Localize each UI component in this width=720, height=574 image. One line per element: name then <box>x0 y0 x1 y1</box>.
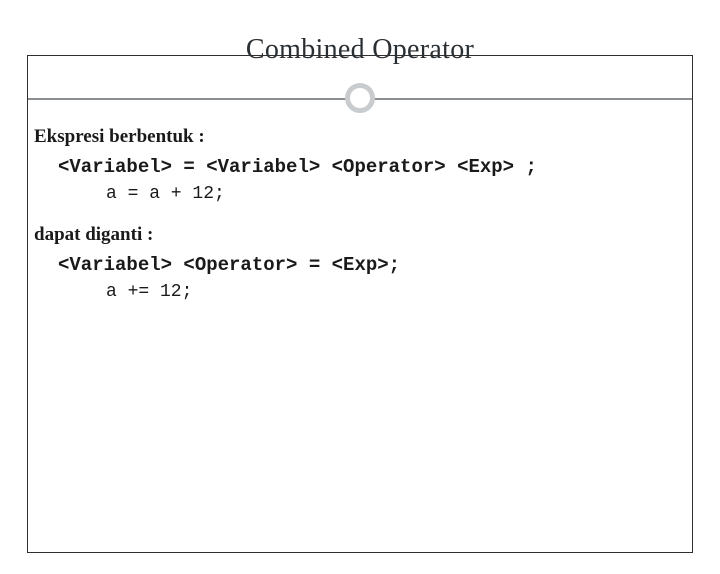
slide-frame <box>28 56 692 552</box>
title-divider <box>0 84 720 112</box>
ring-icon <box>345 83 375 113</box>
